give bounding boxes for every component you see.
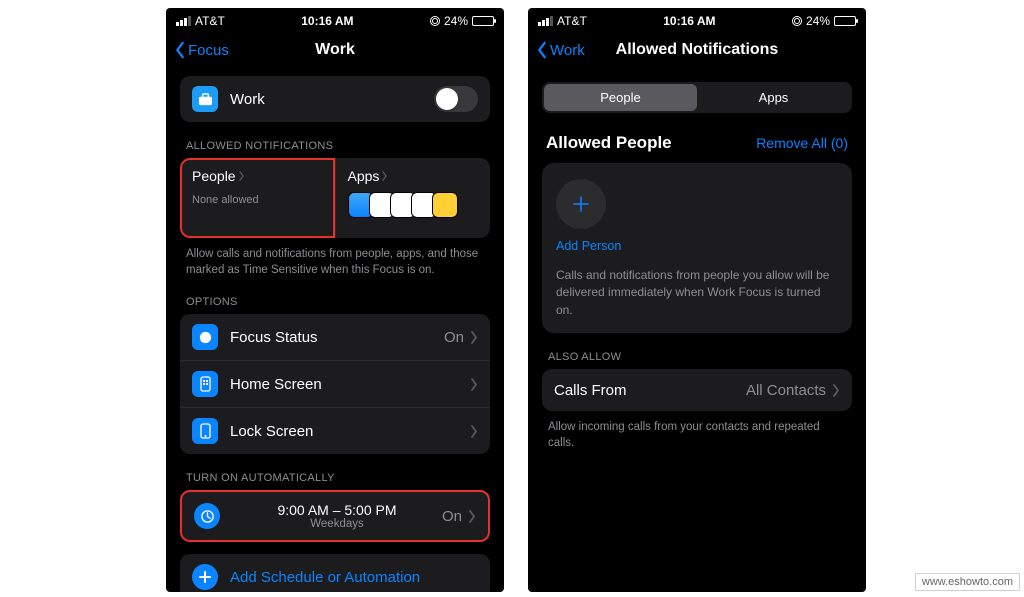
chevron-right-icon xyxy=(381,171,388,181)
app-icon xyxy=(432,192,458,218)
seg-people[interactable]: People xyxy=(544,84,697,111)
nav-title: Allowed Notifications xyxy=(616,41,779,59)
nav-bar: Work Allowed Notifications xyxy=(528,32,866,68)
option-focus-status[interactable]: Focus Status On xyxy=(180,314,490,360)
phone-right-allowed-notifications: AT&T 10:16 AM 24% Work Allowed Notificat… xyxy=(528,8,866,592)
option-label: Home Screen xyxy=(230,376,322,393)
allowed-people-card: Add Person Calls and notifications from … xyxy=(542,163,852,333)
option-label: Focus Status xyxy=(230,329,318,346)
add-person-label: Add Person xyxy=(556,239,621,253)
chevron-right-icon xyxy=(470,425,478,438)
also-allow-card: Calls From All Contacts xyxy=(542,369,852,411)
add-schedule-button[interactable]: Add Schedule or Automation xyxy=(180,554,490,592)
lock-screen-icon xyxy=(192,418,218,444)
add-schedule-card: Add Schedule or Automation xyxy=(180,554,490,592)
home-screen-icon xyxy=(192,371,218,397)
carrier-label: AT&T xyxy=(557,14,587,28)
option-home-screen[interactable]: Home Screen xyxy=(180,360,490,407)
options-card: Focus Status On Home Screen Lock Screen xyxy=(180,314,490,454)
clock-icon xyxy=(194,503,220,529)
section-also-allow: ALSO ALLOW xyxy=(548,351,846,363)
focus-toggle-card: Work xyxy=(180,76,490,122)
apps-label: Apps xyxy=(348,168,380,184)
clock-label: 10:16 AM xyxy=(663,14,715,28)
nav-bar: Focus Work xyxy=(166,32,504,68)
focus-toggle[interactable] xyxy=(434,86,478,112)
option-lock-screen[interactable]: Lock Screen xyxy=(180,407,490,454)
option-label: Lock Screen xyxy=(230,423,313,440)
schedule-value: On xyxy=(442,508,462,525)
chevron-right-icon xyxy=(832,384,840,397)
schedule-card: 9:00 AM – 5:00 PM Weekdays On xyxy=(180,490,490,542)
back-label: Work xyxy=(550,42,585,59)
plus-circle-icon xyxy=(192,564,218,590)
chevron-right-icon xyxy=(238,171,245,181)
phone-left-work-focus: AT&T 10:16 AM 24% Focus Work xyxy=(166,8,504,592)
chevron-right-icon xyxy=(468,510,476,523)
allowed-people-desc: Calls and notifications from people you … xyxy=(556,267,838,319)
allowed-people-button[interactable]: People None allowed xyxy=(180,158,335,238)
focus-status-icon xyxy=(192,324,218,350)
calls-from-row[interactable]: Calls From All Contacts xyxy=(542,369,852,411)
section-options: OPTIONS xyxy=(186,296,484,308)
back-button[interactable]: Work xyxy=(536,41,585,59)
back-label: Focus xyxy=(188,42,229,59)
calls-from-label: Calls From xyxy=(554,382,627,399)
calls-from-footnote: Allow incoming calls from your contacts … xyxy=(548,419,846,451)
nav-title: Work xyxy=(315,41,355,59)
allowed-notifications-card: People None allowed Apps xyxy=(180,158,490,238)
signal-icon xyxy=(176,16,191,26)
plus-circle-icon xyxy=(556,179,606,229)
allowed-people-header: Allowed People xyxy=(546,133,672,153)
remove-all-button[interactable]: Remove All (0) xyxy=(756,135,848,151)
schedule-time: 9:00 AM – 5:00 PM xyxy=(277,502,396,518)
signal-icon xyxy=(538,16,553,26)
carrier-label: AT&T xyxy=(195,14,225,28)
watermark: www.eshowto.com xyxy=(915,573,1020,591)
clock-label: 10:16 AM xyxy=(301,14,353,28)
people-sub: None allowed xyxy=(192,194,323,206)
section-allowed-notifications: ALLOWED NOTIFICATIONS xyxy=(186,140,484,152)
back-button[interactable]: Focus xyxy=(174,41,229,59)
battery-icon xyxy=(472,16,494,26)
battery-percent: 24% xyxy=(806,14,830,28)
chevron-right-icon xyxy=(470,378,478,391)
allowed-apps-button[interactable]: Apps xyxy=(335,158,491,238)
status-bar: AT&T 10:16 AM 24% xyxy=(166,8,504,32)
battery-icon xyxy=(834,16,856,26)
chevron-left-icon xyxy=(536,41,548,59)
schedule-days: Weekdays xyxy=(310,518,363,530)
allowed-footnote: Allow calls and notifications from peopl… xyxy=(186,246,484,278)
status-bar: AT&T 10:16 AM 24% xyxy=(528,8,866,32)
people-label: People xyxy=(192,168,236,184)
briefcase-icon xyxy=(192,86,218,112)
orientation-lock-icon xyxy=(430,16,440,26)
add-person-button[interactable]: Add Person xyxy=(556,179,838,253)
calls-from-value: All Contacts xyxy=(746,382,826,399)
section-auto: TURN ON AUTOMATICALLY xyxy=(186,472,484,484)
option-value: On xyxy=(444,329,464,346)
add-schedule-label: Add Schedule or Automation xyxy=(230,569,420,586)
schedule-row[interactable]: 9:00 AM – 5:00 PM Weekdays On xyxy=(182,492,488,540)
seg-apps[interactable]: Apps xyxy=(697,84,850,111)
app-icons-row xyxy=(348,192,479,218)
segmented-control: People Apps xyxy=(542,82,852,113)
chevron-left-icon xyxy=(174,41,186,59)
focus-name: Work xyxy=(230,91,265,108)
chevron-right-icon xyxy=(470,331,478,344)
orientation-lock-icon xyxy=(792,16,802,26)
battery-percent: 24% xyxy=(444,14,468,28)
